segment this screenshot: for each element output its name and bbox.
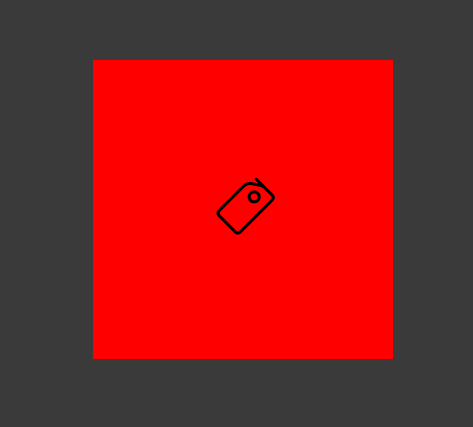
tag-icon bbox=[203, 170, 283, 250]
red-tile[interactable] bbox=[93, 60, 393, 359]
canvas bbox=[0, 0, 473, 427]
